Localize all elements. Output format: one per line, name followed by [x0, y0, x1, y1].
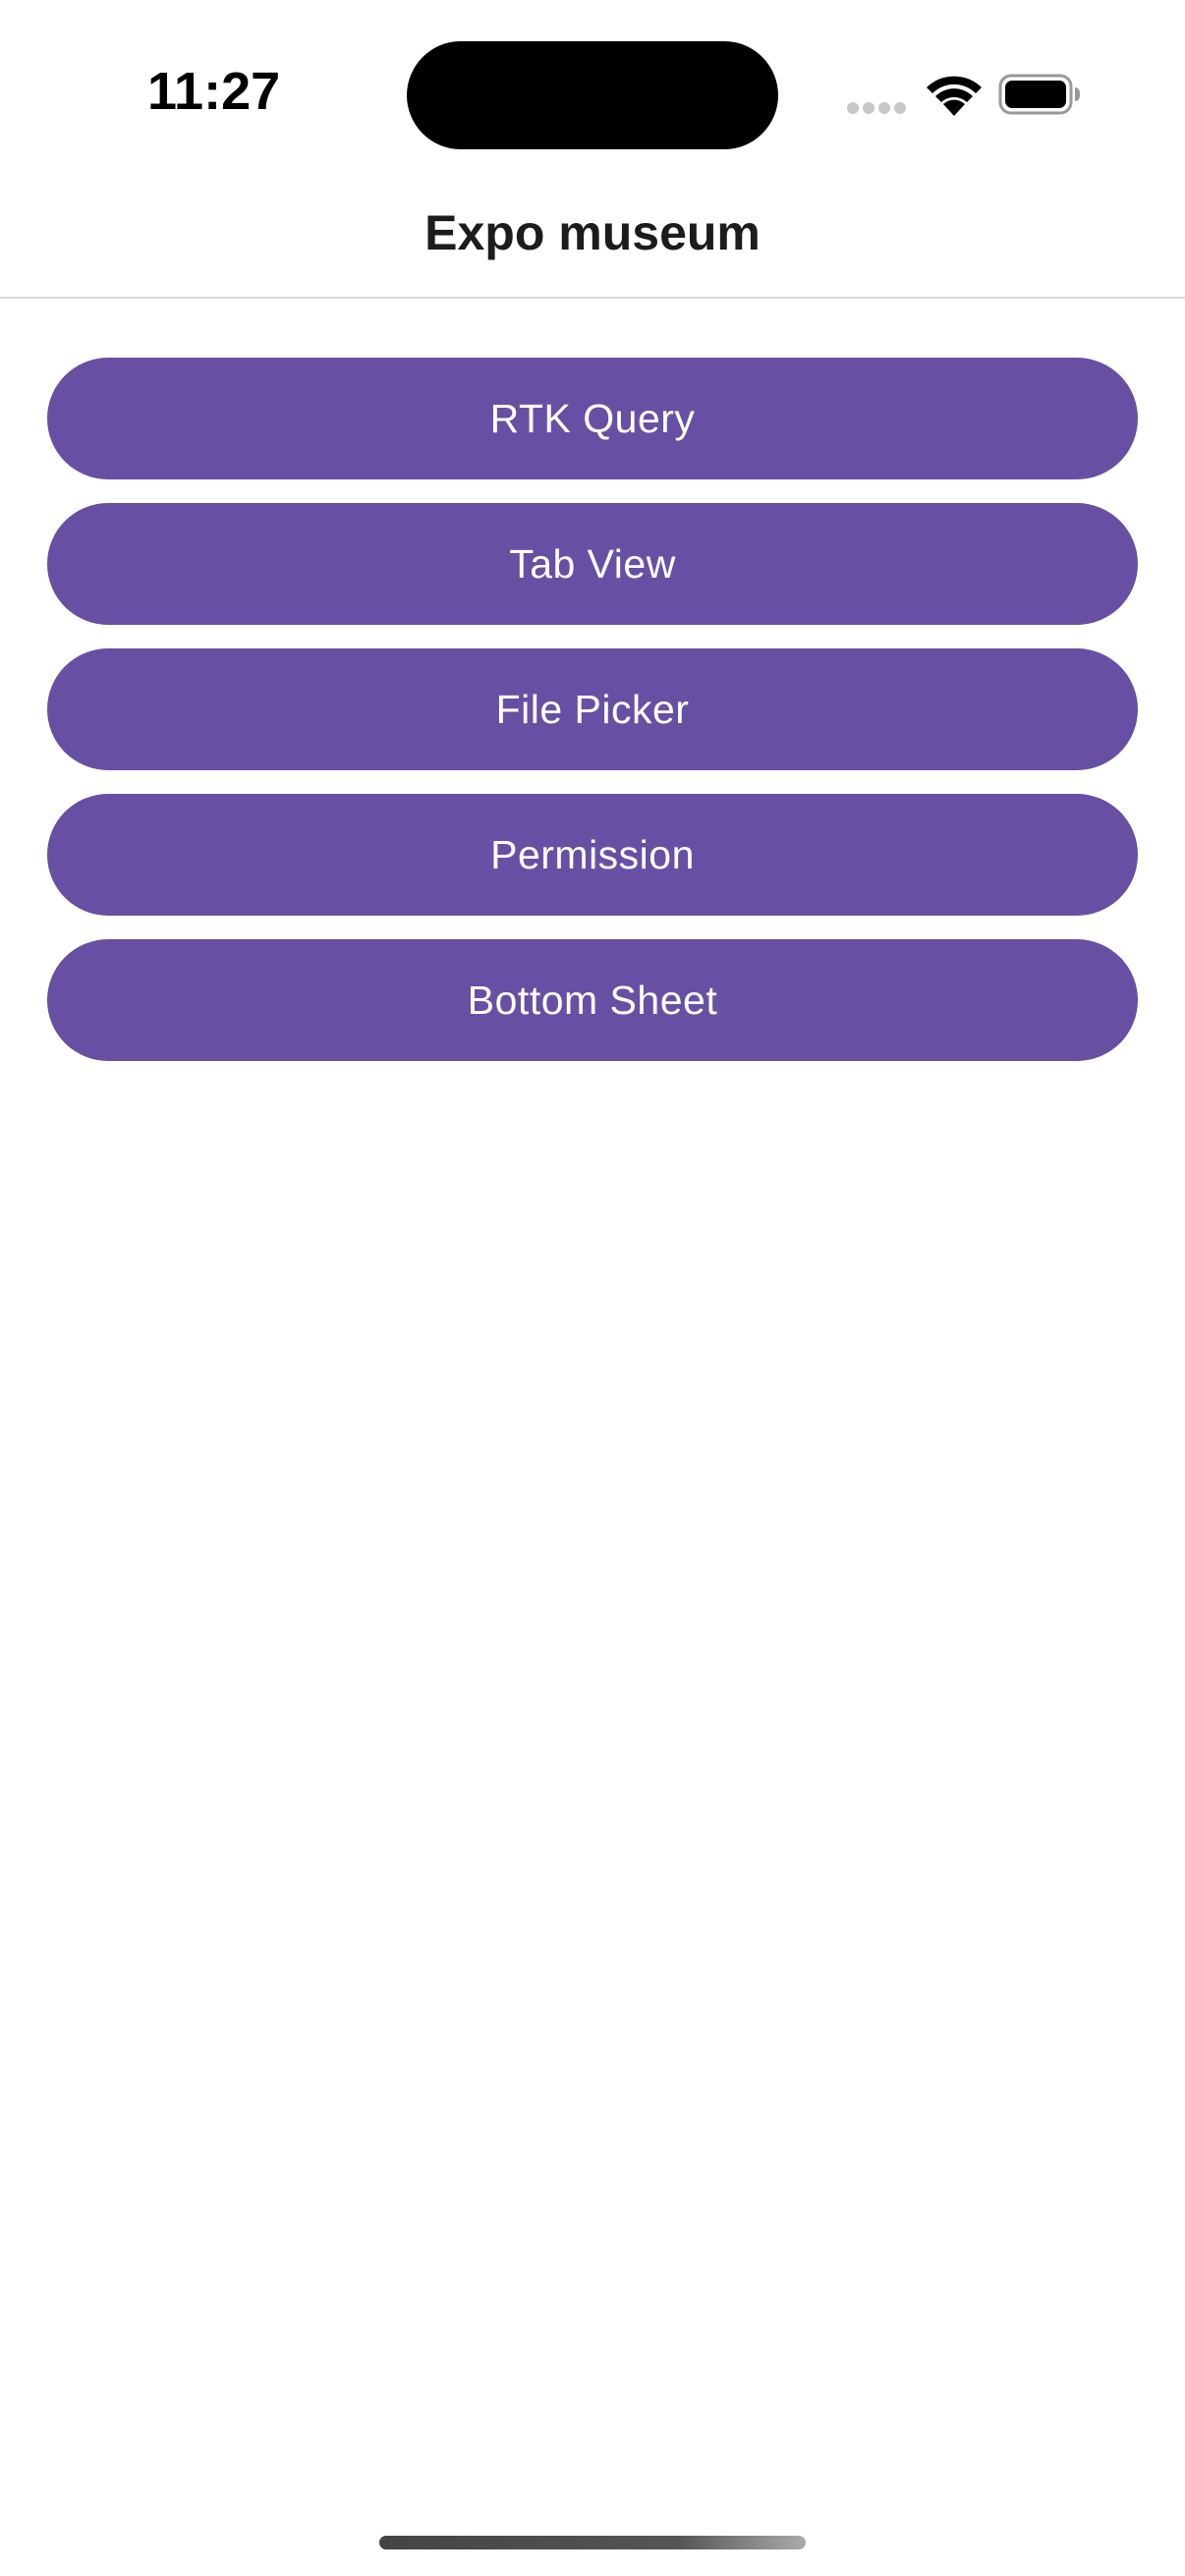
wifi-icon	[924, 75, 985, 116]
tab-view-button[interactable]: Tab View	[47, 503, 1138, 625]
bottom-sheet-button[interactable]: Bottom Sheet	[47, 939, 1138, 1061]
dynamic-island	[407, 41, 778, 149]
status-time: 11:27	[147, 62, 281, 121]
cellular-signal-icon	[847, 102, 908, 116]
file-picker-button[interactable]: File Picker	[47, 648, 1138, 770]
menu-list: RTK Query Tab View File Picker Permissio…	[47, 358, 1138, 1085]
status-bar: 11:27	[0, 0, 1185, 177]
rtk-query-button[interactable]: RTK Query	[47, 358, 1138, 479]
battery-icon	[998, 74, 1081, 115]
page-title: Expo museum	[424, 205, 761, 260]
home-indicator[interactable]	[379, 2536, 806, 2549]
navigation-header: Expo museum	[0, 177, 1185, 299]
permission-button[interactable]: Permission	[47, 794, 1138, 916]
